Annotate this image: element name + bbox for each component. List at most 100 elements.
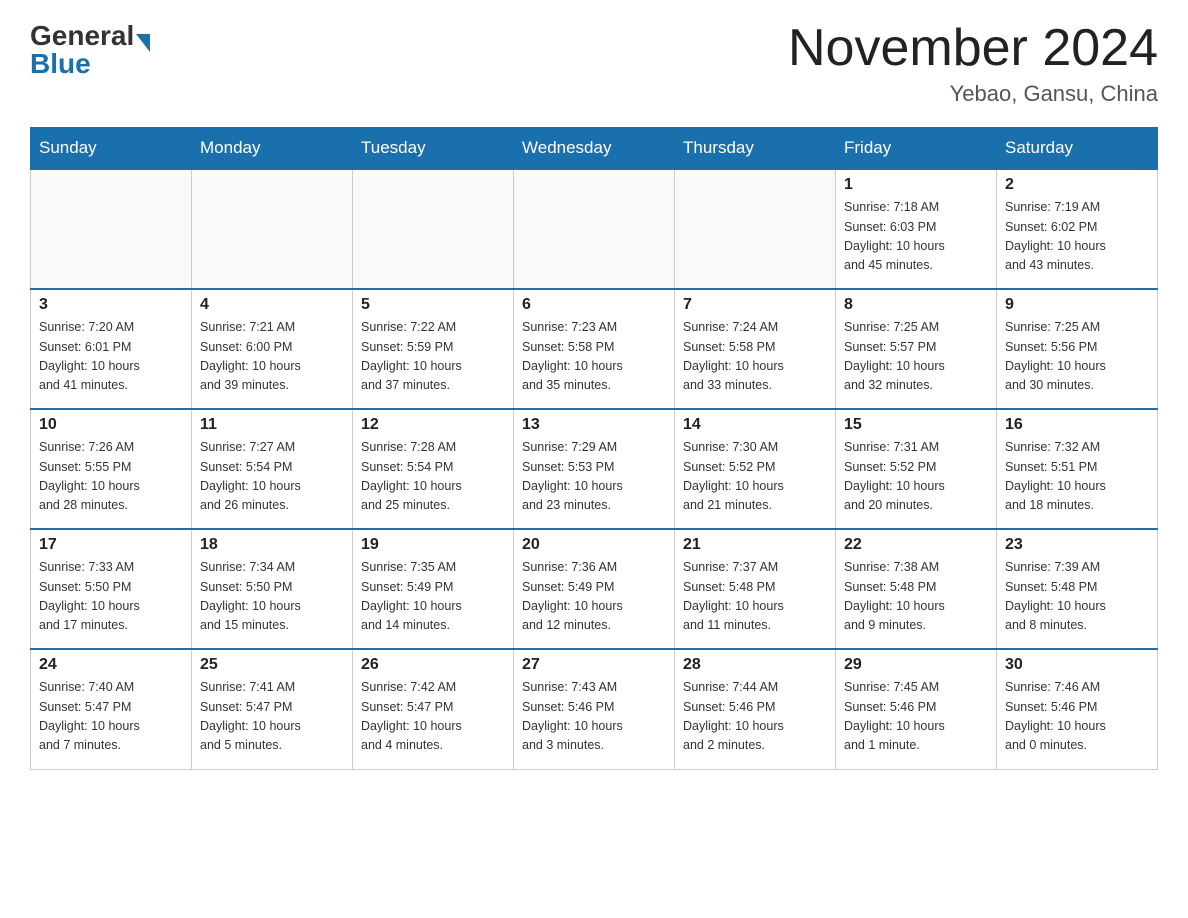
day-number: 9 — [1005, 296, 1149, 314]
day-number: 11 — [200, 416, 344, 434]
calendar-week-row: 24 Sunrise: 7:40 AMSunset: 5:47 PMDayligh… — [31, 649, 1158, 769]
day-info: Sunrise: 7:23 AMSunset: 5:58 PMDaylight:… — [522, 318, 666, 396]
table-row: 21Sunrise: 7:37 AMSunset: 5:48 PMDayligh… — [675, 529, 836, 649]
day-number: 12 — [361, 416, 505, 434]
day-info: Sunrise: 7:45 AMSunset: 5:46 PMDaylight:… — [844, 678, 988, 756]
month-title: November 2024 — [788, 20, 1158, 77]
table-row: 29 Sunrise: 7:45 AMSunset: 5:46 PMDayligh… — [836, 649, 997, 769]
day-number: 8 — [844, 296, 988, 314]
day-number: 6 — [522, 296, 666, 314]
header-monday: Monday — [192, 128, 353, 170]
table-row: 24 Sunrise: 7:40 AMSunset: 5:47 PMDayligh… — [31, 649, 192, 769]
weekday-header-row: Sunday Monday Tuesday Wednesday Thursday… — [31, 128, 1158, 170]
calendar-table: Sunday Monday Tuesday Wednesday Thursday… — [30, 127, 1158, 770]
day-info: Sunrise: 7:35 AMSunset: 5:49 PMDaylight:… — [361, 558, 505, 636]
table-row — [675, 169, 836, 289]
day-number: 22 — [844, 536, 988, 554]
day-number: 13 — [522, 416, 666, 434]
day-info: Sunrise: 7:30 AMSunset: 5:52 PMDaylight:… — [683, 438, 827, 516]
day-info: Sunrise: 7:39 AMSunset: 5:48 PMDaylight:… — [1005, 558, 1149, 636]
day-info: Sunrise: 7:46 AMSunset: 5:46 PMDaylight:… — [1005, 678, 1149, 756]
header-thursday: Thursday — [675, 128, 836, 170]
day-info: Sunrise: 7:41 AMSunset: 5:47 PMDaylight:… — [200, 678, 344, 756]
header-tuesday: Tuesday — [353, 128, 514, 170]
table-row: 7 Sunrise: 7:24 AMSunset: 5:58 PMDaylight… — [675, 289, 836, 409]
day-number: 25 — [200, 656, 344, 674]
calendar-week-row: 1 Sunrise: 7:18 AMSunset: 6:03 PMDaylight… — [31, 169, 1158, 289]
day-number: 30 — [1005, 656, 1149, 674]
table-row: 2Sunrise: 7:19 AMSunset: 6:02 PMDaylight… — [997, 169, 1158, 289]
table-row: 5 Sunrise: 7:22 AMSunset: 5:59 PMDaylight… — [353, 289, 514, 409]
day-info: Sunrise: 7:20 AMSunset: 6:01 PMDaylight:… — [39, 318, 183, 396]
table-row: 15Sunrise: 7:31 AMSunset: 5:52 PMDayligh… — [836, 409, 997, 529]
day-number: 29 — [844, 656, 988, 674]
location-subtitle: Yebao, Gansu, China — [788, 81, 1158, 107]
day-number: 7 — [683, 296, 827, 314]
table-row: 17 Sunrise: 7:33 AMSunset: 5:50 PMDayligh… — [31, 529, 192, 649]
day-info: Sunrise: 7:27 AMSunset: 5:54 PMDaylight:… — [200, 438, 344, 516]
day-info: Sunrise: 7:34 AMSunset: 5:50 PMDaylight:… — [200, 558, 344, 636]
day-info: Sunrise: 7:18 AMSunset: 6:03 PMDaylight:… — [844, 198, 988, 276]
table-row: 27 Sunrise: 7:43 AMSunset: 5:46 PMDayligh… — [514, 649, 675, 769]
day-info: Sunrise: 7:22 AMSunset: 5:59 PMDaylight:… — [361, 318, 505, 396]
day-number: 26 — [361, 656, 505, 674]
header-friday: Friday — [836, 128, 997, 170]
table-row: 30 Sunrise: 7:46 AMSunset: 5:46 PMDayligh… — [997, 649, 1158, 769]
table-row: 6 Sunrise: 7:23 AMSunset: 5:58 PMDaylight… — [514, 289, 675, 409]
day-number: 21 — [683, 536, 827, 554]
day-info: Sunrise: 7:44 AMSunset: 5:46 PMDaylight:… — [683, 678, 827, 756]
day-number: 24 — [39, 656, 183, 674]
table-row: 3 Sunrise: 7:20 AMSunset: 6:01 PMDaylight… — [31, 289, 192, 409]
day-info: Sunrise: 7:26 AMSunset: 5:55 PMDaylight:… — [39, 438, 183, 516]
table-row: 8 Sunrise: 7:25 AMSunset: 5:57 PMDaylight… — [836, 289, 997, 409]
table-row: 26 Sunrise: 7:42 AMSunset: 5:47 PMDayligh… — [353, 649, 514, 769]
day-number: 10 — [39, 416, 183, 434]
table-row: 1 Sunrise: 7:18 AMSunset: 6:03 PMDaylight… — [836, 169, 997, 289]
table-row: 22 Sunrise: 7:38 AMSunset: 5:48 PMDayligh… — [836, 529, 997, 649]
calendar-week-row: 17 Sunrise: 7:33 AMSunset: 5:50 PMDayligh… — [31, 529, 1158, 649]
table-row: 19 Sunrise: 7:35 AMSunset: 5:49 PMDayligh… — [353, 529, 514, 649]
day-info: Sunrise: 7:43 AMSunset: 5:46 PMDaylight:… — [522, 678, 666, 756]
day-info: Sunrise: 7:40 AMSunset: 5:47 PMDaylight:… — [39, 678, 183, 756]
day-info: Sunrise: 7:24 AMSunset: 5:58 PMDaylight:… — [683, 318, 827, 396]
table-row — [514, 169, 675, 289]
day-info: Sunrise: 7:32 AMSunset: 5:51 PMDaylight:… — [1005, 438, 1149, 516]
day-number: 4 — [200, 296, 344, 314]
day-info: Sunrise: 7:42 AMSunset: 5:47 PMDaylight:… — [361, 678, 505, 756]
day-number: 16 — [1005, 416, 1149, 434]
day-number: 1 — [844, 176, 988, 194]
day-info: Sunrise: 7:25 AMSunset: 5:56 PMDaylight:… — [1005, 318, 1149, 396]
logo: General Blue — [30, 20, 150, 80]
day-number: 19 — [361, 536, 505, 554]
day-number: 5 — [361, 296, 505, 314]
table-row: 28 Sunrise: 7:44 AMSunset: 5:46 PMDayligh… — [675, 649, 836, 769]
table-row: 14Sunrise: 7:30 AMSunset: 5:52 PMDayligh… — [675, 409, 836, 529]
day-number: 20 — [522, 536, 666, 554]
table-row: 10 Sunrise: 7:26 AMSunset: 5:55 PMDayligh… — [31, 409, 192, 529]
table-row: 9 Sunrise: 7:25 AMSunset: 5:56 PMDaylight… — [997, 289, 1158, 409]
table-row: 25 Sunrise: 7:41 AMSunset: 5:47 PMDayligh… — [192, 649, 353, 769]
table-row: 13Sunrise: 7:29 AMSunset: 5:53 PMDayligh… — [514, 409, 675, 529]
table-row: 18 Sunrise: 7:34 AMSunset: 5:50 PMDayligh… — [192, 529, 353, 649]
header-saturday: Saturday — [997, 128, 1158, 170]
day-number: 28 — [683, 656, 827, 674]
header-wednesday: Wednesday — [514, 128, 675, 170]
day-info: Sunrise: 7:33 AMSunset: 5:50 PMDaylight:… — [39, 558, 183, 636]
day-info: Sunrise: 7:25 AMSunset: 5:57 PMDaylight:… — [844, 318, 988, 396]
day-number: 27 — [522, 656, 666, 674]
table-row — [353, 169, 514, 289]
header-sunday: Sunday — [31, 128, 192, 170]
day-info: Sunrise: 7:28 AMSunset: 5:54 PMDaylight:… — [361, 438, 505, 516]
day-number: 17 — [39, 536, 183, 554]
table-row: 12 Sunrise: 7:28 AMSunset: 5:54 PMDayligh… — [353, 409, 514, 529]
calendar-week-row: 3 Sunrise: 7:20 AMSunset: 6:01 PMDaylight… — [31, 289, 1158, 409]
day-number: 18 — [200, 536, 344, 554]
day-number: 3 — [39, 296, 183, 314]
table-row: 20Sunrise: 7:36 AMSunset: 5:49 PMDayligh… — [514, 529, 675, 649]
title-block: November 2024 Yebao, Gansu, China — [788, 20, 1158, 107]
day-info: Sunrise: 7:31 AMSunset: 5:52 PMDaylight:… — [844, 438, 988, 516]
day-info: Sunrise: 7:38 AMSunset: 5:48 PMDaylight:… — [844, 558, 988, 636]
table-row: 23Sunrise: 7:39 AMSunset: 5:48 PMDayligh… — [997, 529, 1158, 649]
table-row: 4Sunrise: 7:21 AMSunset: 6:00 PMDaylight… — [192, 289, 353, 409]
table-row — [31, 169, 192, 289]
